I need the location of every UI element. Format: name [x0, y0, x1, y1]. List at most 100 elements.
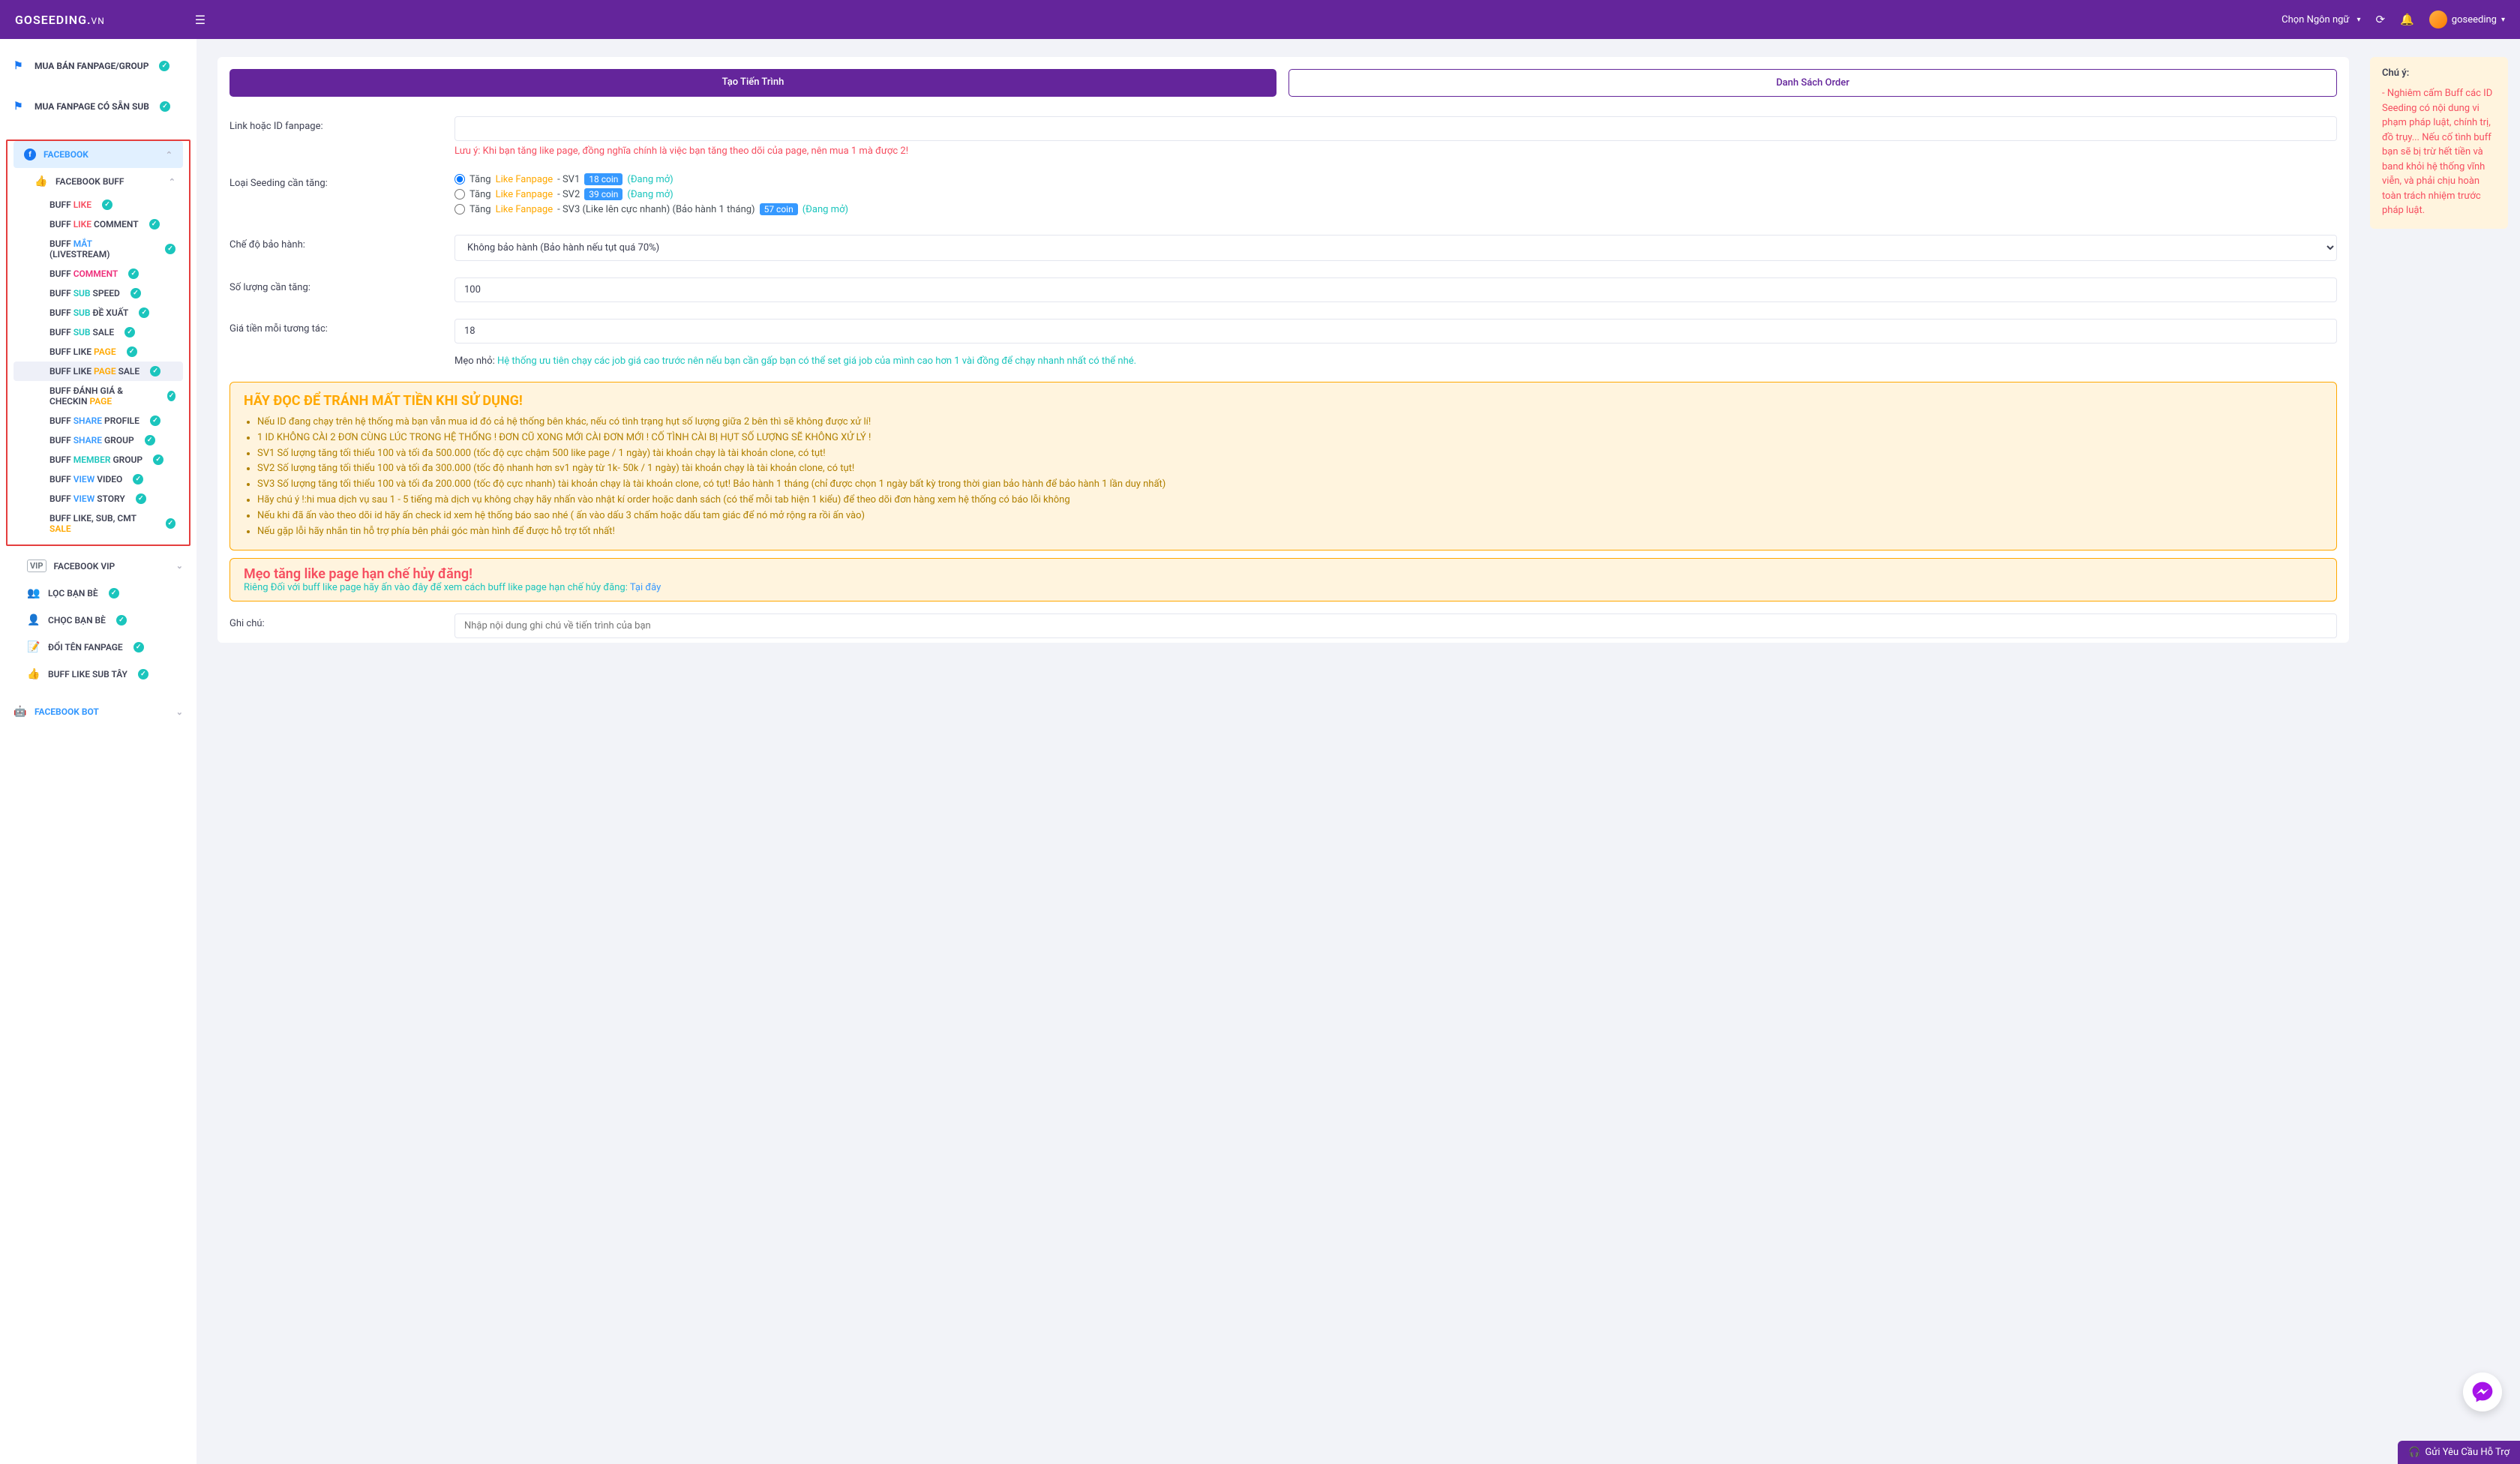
chevron-down-icon: ⌄ — [176, 707, 183, 717]
headset-icon: 🎧 — [2408, 1447, 2420, 1458]
language-selector[interactable]: Chọn Ngôn ngữ ▾ — [2282, 14, 2360, 26]
tab-danh-sach-order[interactable]: Danh Sách Order — [1288, 69, 2337, 97]
link-id-input[interactable] — [454, 116, 2337, 141]
sidebar-item-buff-14[interactable]: BUFF VIEW STORY✓ — [8, 489, 189, 508]
sidebar-item-buff-10[interactable]: BUFF SHARE PROFILE✓ — [8, 411, 189, 430]
messenger-icon — [2471, 1381, 2494, 1403]
vip-icon: VIP — [27, 560, 46, 572]
check-icon: ✓ — [149, 219, 160, 230]
sidebar-item-loc-ban-be[interactable]: 👥 LỌC BẠN BÈ ✓ — [0, 580, 196, 607]
check-icon: ✓ — [160, 101, 170, 112]
note-card: Chú ý: - Nghiêm cấm Buff các ID Seeding … — [2370, 57, 2508, 229]
sidebar-subgroup-facebook-vip[interactable]: VIP FACEBOOK VIP ⌄ — [0, 552, 196, 580]
price-label: Giá tiền mỗi tương tác: — [230, 319, 440, 334]
link-id-label: Link hoặc ID fanpage: — [230, 116, 440, 132]
thumb-icon: 👍 — [34, 176, 48, 188]
sidebar-item-buff-4[interactable]: BUFF SUB SPEED✓ — [8, 284, 189, 303]
check-icon: ✓ — [167, 391, 176, 401]
sidebar-item-mua-fanpage[interactable]: ⚑ MUA FANPAGE CÓ SẴN SUB ✓ — [0, 93, 196, 120]
check-icon: ✓ — [139, 308, 149, 318]
check-icon: ✓ — [124, 327, 135, 338]
check-icon: ✓ — [102, 200, 112, 210]
check-icon: ✓ — [130, 288, 141, 298]
price-input[interactable] — [454, 319, 2337, 344]
people-icon: 👥 — [27, 587, 40, 599]
seeding-option-sv2[interactable]: Tăng Like Fanpage - SV2 39 coin (Đang mở… — [454, 188, 2337, 200]
check-icon: ✓ — [150, 416, 160, 426]
chat-fab[interactable] — [2463, 1372, 2502, 1412]
facebook-section-highlight: f FACEBOOK ⌃ 👍 FACEBOOK BUFF ⌃ BUFF LIKE… — [6, 140, 190, 546]
check-icon: ✓ — [133, 474, 143, 484]
quantity-label: Số lượng cần tăng: — [230, 278, 440, 293]
sidebar-subgroup-facebook-buff[interactable]: 👍 FACEBOOK BUFF ⌃ — [8, 168, 189, 195]
warranty-label: Chế độ bảo hành: — [230, 235, 440, 250]
sidebar-group-facebook-bot[interactable]: 🤖 FACEBOOK BOT ⌄ — [0, 698, 196, 725]
sidebar-item-buff-tay[interactable]: 👍 BUFF LIKE SUB TÂY ✓ — [0, 661, 196, 688]
right-column: Chú ý: - Nghiêm cấm Buff các ID Seeding … — [2370, 39, 2520, 1464]
main-content: Tạo Tiến Trình Danh Sách Order Link hoặc… — [196, 39, 2370, 1464]
hamburger-icon[interactable]: ☰ — [195, 13, 206, 27]
check-icon: ✓ — [109, 588, 119, 598]
seeding-option-sv1[interactable]: Tăng Like Fanpage - SV1 18 coin (Đang mở… — [454, 173, 2337, 185]
check-icon: ✓ — [159, 61, 170, 71]
alert-item: 1 ID KHÔNG CÀI 2 ĐƠN CÙNG LÚC TRONG HỆ T… — [257, 430, 2323, 446]
sidebar-item-buff-12[interactable]: BUFF MEMBER GROUP✓ — [8, 450, 189, 470]
thumb-icon: 👍 — [27, 668, 40, 680]
chevron-up-icon: ⌃ — [169, 177, 176, 187]
bell-icon[interactable]: 🔔 — [2400, 13, 2414, 26]
alert-item: SV3 Số lượng tăng tối thiểu 100 và tối đ… — [257, 477, 2323, 493]
refresh-icon[interactable]: ⟳ — [2376, 13, 2386, 26]
tip-alert: Mẹo tăng like page hạn chế hủy đăng! Riê… — [230, 558, 2337, 602]
chevron-down-icon: ▾ — [2501, 16, 2505, 24]
alert-item: Nếu khi đã ấn vào theo dõi id hãy ấn che… — [257, 508, 2323, 524]
sidebar-item-buff-1[interactable]: BUFF LIKE COMMENT✓ — [8, 214, 189, 234]
alert-item: SV2 Số lượng tăng tối thiểu 100 và tối đ… — [257, 461, 2323, 477]
check-icon: ✓ — [116, 615, 127, 626]
note-input[interactable] — [454, 614, 2337, 638]
sidebar-item-buff-2[interactable]: BUFF MẮT (LIVESTREAM)✓ — [8, 234, 189, 264]
sidebar-item-buff-13[interactable]: BUFF VIEW VIDEO✓ — [8, 470, 189, 489]
radio-sv1[interactable] — [454, 174, 465, 184]
sidebar-item-buff-15[interactable]: BUFF LIKE, SUB, CMT SALE✓ — [8, 508, 189, 538]
chevron-down-icon: ▾ — [2356, 16, 2360, 24]
radio-sv3[interactable] — [454, 204, 465, 214]
check-icon: ✓ — [166, 518, 176, 529]
check-icon: ✓ — [136, 494, 146, 504]
alert-item: SV1 Số lượng tăng tối thiểu 100 và tối đ… — [257, 446, 2323, 462]
sidebar-item-buff-5[interactable]: BUFF SUB ĐỀ XUẤT✓ — [8, 303, 189, 322]
check-icon: ✓ — [165, 244, 176, 254]
tip-link[interactable]: Tại đây — [630, 582, 661, 593]
sidebar-item-buff-11[interactable]: BUFF SHARE GROUP✓ — [8, 430, 189, 450]
link-warning: Lưu ý: Khi bạn tăng like page, đồng nghĩ… — [454, 146, 2337, 157]
sidebar-item-buff-7[interactable]: BUFF LIKE PAGE✓ — [8, 342, 189, 362]
logo[interactable]: GOSEEDING.VN — [15, 13, 105, 27]
sidebar-item-buff-9[interactable]: BUFF ĐÁNH GIÁ & CHECKIN PAGE✓ — [8, 381, 189, 411]
radio-sv2[interactable] — [454, 189, 465, 200]
sidebar-item-buff-8[interactable]: BUFF LIKE PAGE SALE✓ — [14, 362, 183, 381]
avatar — [2429, 10, 2447, 28]
alert-item: Hãy chú ý !:hi mua dịch vụ sau 1 - 5 tiế… — [257, 493, 2323, 508]
sidebar-item-doi-ten[interactable]: 📝 ĐỔI TÊN FANPAGE ✓ — [0, 634, 196, 661]
alert-item: Nếu ID đang chạy trên hệ thống mà bạn vẫ… — [257, 415, 2323, 430]
tab-tao-tien-trinh[interactable]: Tạo Tiến Trình — [230, 69, 1276, 97]
sidebar-item-choc-ban-be[interactable]: 👤 CHỌC BẠN BÈ ✓ — [0, 607, 196, 634]
quantity-input[interactable] — [454, 278, 2337, 302]
check-icon: ✓ — [150, 366, 160, 376]
sidebar-item-buff-0[interactable]: BUFF LIKE✓ — [8, 195, 189, 214]
flag-icon: ⚑ — [14, 60, 27, 72]
warranty-select[interactable]: Không bảo hành (Bảo hành nếu tụt quá 70%… — [454, 235, 2337, 261]
edit-icon: 📝 — [27, 641, 40, 653]
sidebar-item-mua-ban[interactable]: ⚑ MUA BÁN FANPAGE/GROUP ✓ — [0, 52, 196, 80]
user-menu[interactable]: goseeding ▾ — [2429, 10, 2505, 28]
chevron-up-icon: ⌃ — [166, 150, 172, 160]
support-button[interactable]: 🎧 Gửi Yêu Cầu Hỗ Trợ — [2398, 1441, 2520, 1464]
facebook-icon: f — [24, 148, 36, 160]
sidebar-item-buff-6[interactable]: BUFF SUB SALE✓ — [8, 322, 189, 342]
check-icon: ✓ — [153, 454, 164, 465]
sidebar-group-facebook[interactable]: f FACEBOOK ⌃ — [14, 141, 183, 168]
sidebar-item-buff-3[interactable]: BUFF COMMENT✓ — [8, 264, 189, 284]
check-icon: ✓ — [138, 669, 148, 680]
check-icon: ✓ — [128, 268, 139, 279]
warning-alert: HÃY ĐỌC ĐỂ TRÁNH MẤT TIỀN KHI SỬ DỤNG! N… — [230, 382, 2337, 550]
seeding-option-sv3[interactable]: Tăng Like Fanpage - SV3 (Like lên cực nh… — [454, 203, 2337, 215]
